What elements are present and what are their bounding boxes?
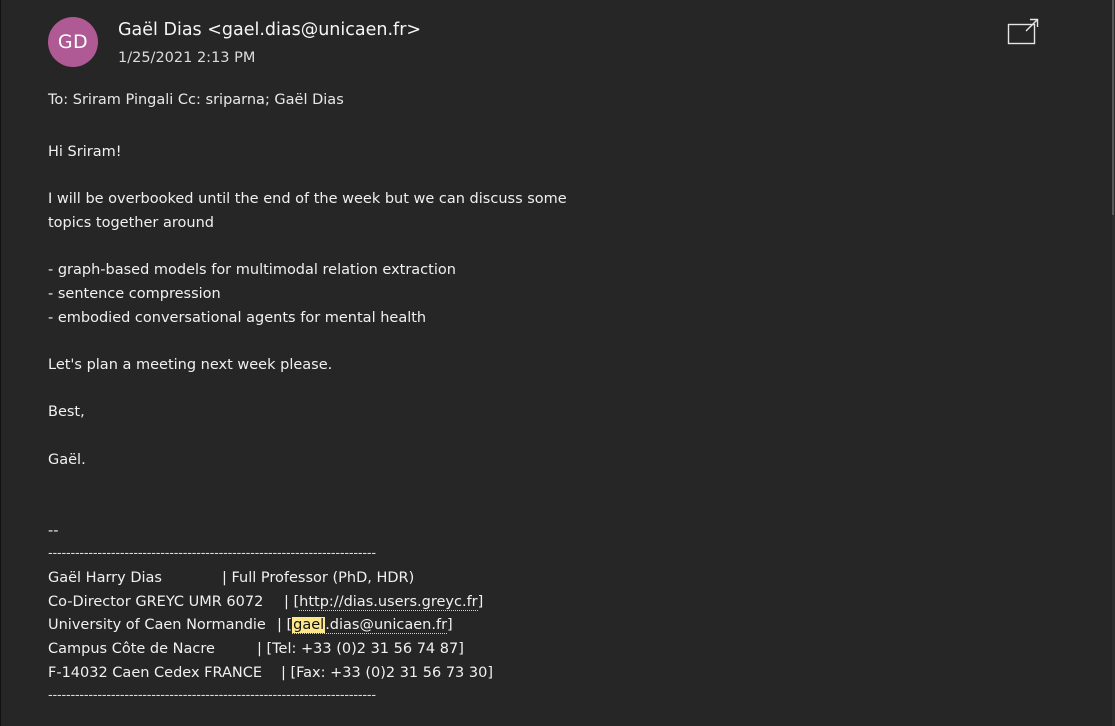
bracket-suffix: ] — [477, 594, 484, 610]
signature-fax: | [Fax: +33 (0)2 31 56 73 30] — [281, 665, 493, 681]
search-highlight: gael — [292, 617, 326, 633]
signature-email-group: | [gael.dias@unicaen.fr] — [277, 617, 453, 634]
signature-row: F-14032 Caen Cedex FRANCE | [Fax: +33 (0… — [48, 665, 748, 685]
bracket-prefix: | [ — [277, 617, 293, 633]
signature-separator: -- — [48, 523, 59, 539]
sign-off-name: Gaël. — [48, 452, 86, 468]
signature-city: F-14032 Caen Cedex FRANCE — [48, 665, 263, 681]
popout-window-icon[interactable] — [1007, 17, 1039, 45]
signature-row: Campus Côte de Nacre | [Tel: +33 (0)2 31… — [48, 641, 748, 661]
signature-campus: Campus Côte de Nacre — [48, 641, 215, 657]
signature-row: Co-Director GREYC UMR 6072 | [http://dia… — [48, 594, 748, 614]
avatar: GD — [48, 17, 98, 67]
message-date: 1/25/2021 2:13 PM — [118, 50, 256, 66]
bracket-prefix: | [ — [284, 594, 300, 610]
signature-url-group: | [http://dias.users.greyc.fr] — [284, 594, 484, 611]
body-line: I will be overbooked until the end of th… — [48, 191, 567, 207]
email-link-rest: .dias@unicaen.fr — [325, 617, 448, 633]
website-link[interactable]: http://dias.users.greyc.fr — [299, 594, 478, 611]
topic-item: - sentence compression — [48, 286, 221, 302]
signature-divider: ----------------------------------------… — [48, 688, 376, 703]
topic-item: - graph-based models for multimodal rela… — [48, 262, 456, 278]
signature-role: Co-Director GREYC UMR 6072 — [48, 594, 264, 610]
recipients-line: To: Sriram Pingali Cc: sriparna; Gaël Di… — [48, 92, 344, 108]
body-line: Let's plan a meeting next week please. — [48, 357, 333, 373]
window-left-border — [0, 0, 1, 726]
body-line: topics together around — [48, 215, 214, 231]
signature-row: University of Caen Normandie | [gael.dia… — [48, 617, 748, 637]
greeting: Hi Sriram! — [48, 144, 122, 160]
signature-university: University of Caen Normandie — [48, 617, 266, 633]
signature-name: Gaël Harry Dias — [48, 570, 162, 586]
scrollbar-thumb[interactable] — [1112, 0, 1114, 215]
email-link[interactable]: gael.dias@unicaen.fr — [292, 617, 448, 634]
signature-title: | Full Professor (PhD, HDR) — [222, 570, 415, 586]
sender-name: Gaël Dias <gael.dias@unicaen.fr> — [118, 20, 422, 40]
signature-tel: | [Tel: +33 (0)2 31 56 74 87] — [257, 641, 464, 657]
signature-row: Gaël Harry Dias | Full Professor (PhD, H… — [48, 570, 748, 590]
closing: Best, — [48, 404, 85, 420]
topic-item: - embodied conversational agents for men… — [48, 310, 427, 326]
bracket-suffix: ] — [447, 617, 453, 633]
signature-divider: ----------------------------------------… — [48, 546, 376, 561]
